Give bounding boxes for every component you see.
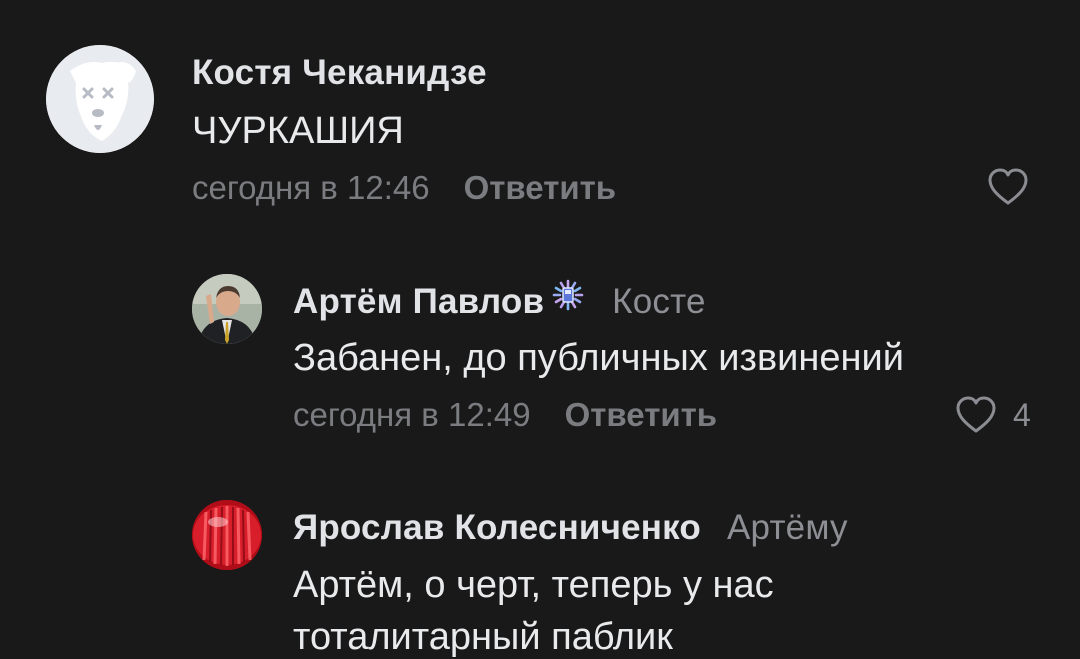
comment-author[interactable]: Артём Павлов Косте <box>293 279 706 322</box>
comment-time: сегодня в 12:49 <box>293 396 531 433</box>
comment-text-line-1: Артём, о черт, теперь у нас <box>293 564 774 606</box>
heart-icon <box>956 396 996 433</box>
comment-text: Забанен, до публичных извинений <box>293 337 904 379</box>
like-count: 4 <box>1013 396 1031 433</box>
comment-author[interactable]: Ярослав Колесниченко Артёму <box>293 508 848 548</box>
comment-time: сегодня в 12:46 <box>192 169 430 206</box>
comment-author[interactable]: Костя Чеканидзе <box>192 53 487 93</box>
reply-to-label[interactable]: Артёму <box>727 508 848 547</box>
avatar-deleted-user[interactable] <box>46 45 154 153</box>
spiral-badge-icon <box>550 277 586 322</box>
reply-button[interactable]: Ответить <box>464 169 617 206</box>
heart-icon <box>988 168 1028 205</box>
like-button[interactable]: 4 <box>955 396 1031 434</box>
avatar-photo <box>192 274 262 344</box>
like-button[interactable] <box>987 168 1029 206</box>
comment-meta: сегодня в 12:49 Ответить <box>293 396 717 434</box>
avatar-photo <box>192 500 262 570</box>
reply-to-label[interactable]: Косте <box>612 282 705 321</box>
avatar-artem[interactable] <box>192 274 262 344</box>
author-name[interactable]: Артём Павлов <box>293 282 544 321</box>
reply-button[interactable]: Ответить <box>565 396 718 433</box>
comment-text: ЧУРКАШИЯ <box>192 110 404 152</box>
deleted-user-avatar-icon <box>46 45 154 153</box>
comment-meta: сегодня в 12:46 Ответить <box>192 169 616 207</box>
avatar-yaroslav[interactable] <box>192 500 262 570</box>
author-name[interactable]: Ярослав Колесниченко <box>293 508 701 547</box>
